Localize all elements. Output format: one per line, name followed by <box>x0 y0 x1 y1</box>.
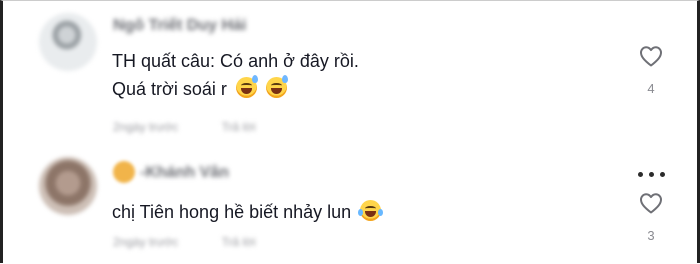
comment-meta: 2ngày trước Trả lời <box>113 235 256 249</box>
comment-text: chị Tiên hong hề biết nhảy lun <box>112 198 384 226</box>
like-button[interactable]: 3 <box>637 192 665 243</box>
avatar[interactable] <box>39 13 97 71</box>
reply-button[interactable]: Trả lời <box>222 235 256 249</box>
more-options-icon[interactable] <box>635 171 667 179</box>
avatar[interactable] <box>39 157 97 215</box>
comment-line: Quá trời soái r <box>112 79 227 99</box>
comment-meta: 2ngày trước Trả lời <box>113 120 256 134</box>
emoji-badge-icon <box>113 161 135 183</box>
comment-line: TH quất câu: Có anh ở đây rồi. <box>112 51 359 71</box>
comment-line-with-emoji: Quá trời soái r <box>112 75 359 103</box>
sweat-smile-emoji-icon <box>235 75 258 98</box>
comment-line: chị Tiên hong hề biết nhảy lun <box>112 202 352 222</box>
comment-item: Ngô Triết Duy Hải TH quất câu: Có anh ở … <box>3 1 700 146</box>
comment-username[interactable]: Ngô Triết Duy Hải <box>113 17 246 35</box>
reply-button[interactable]: Trả lời <box>222 120 256 134</box>
comment-text: TH quất câu: Có anh ở đây rồi. Quá trời … <box>112 47 359 103</box>
tears-of-joy-emoji-icon <box>358 200 384 221</box>
like-count: 3 <box>647 228 655 243</box>
comment-time: 2ngày trước <box>113 235 179 249</box>
like-count: 4 <box>647 81 655 96</box>
comment-username[interactable]: -Khánh Vân <box>140 164 229 182</box>
comments-panel: Ngô Triết Duy Hải TH quất câu: Có anh ở … <box>0 0 700 263</box>
comment-time: 2ngày trước <box>113 120 179 134</box>
comment-item: -Khánh Vân chị Tiên hong hề biết nhảy lu… <box>3 146 700 264</box>
heart-outline-icon <box>640 193 662 214</box>
like-button[interactable]: 4 <box>637 45 665 96</box>
heart-outline-icon <box>640 46 662 67</box>
sweat-smile-emoji-icon <box>265 75 288 98</box>
